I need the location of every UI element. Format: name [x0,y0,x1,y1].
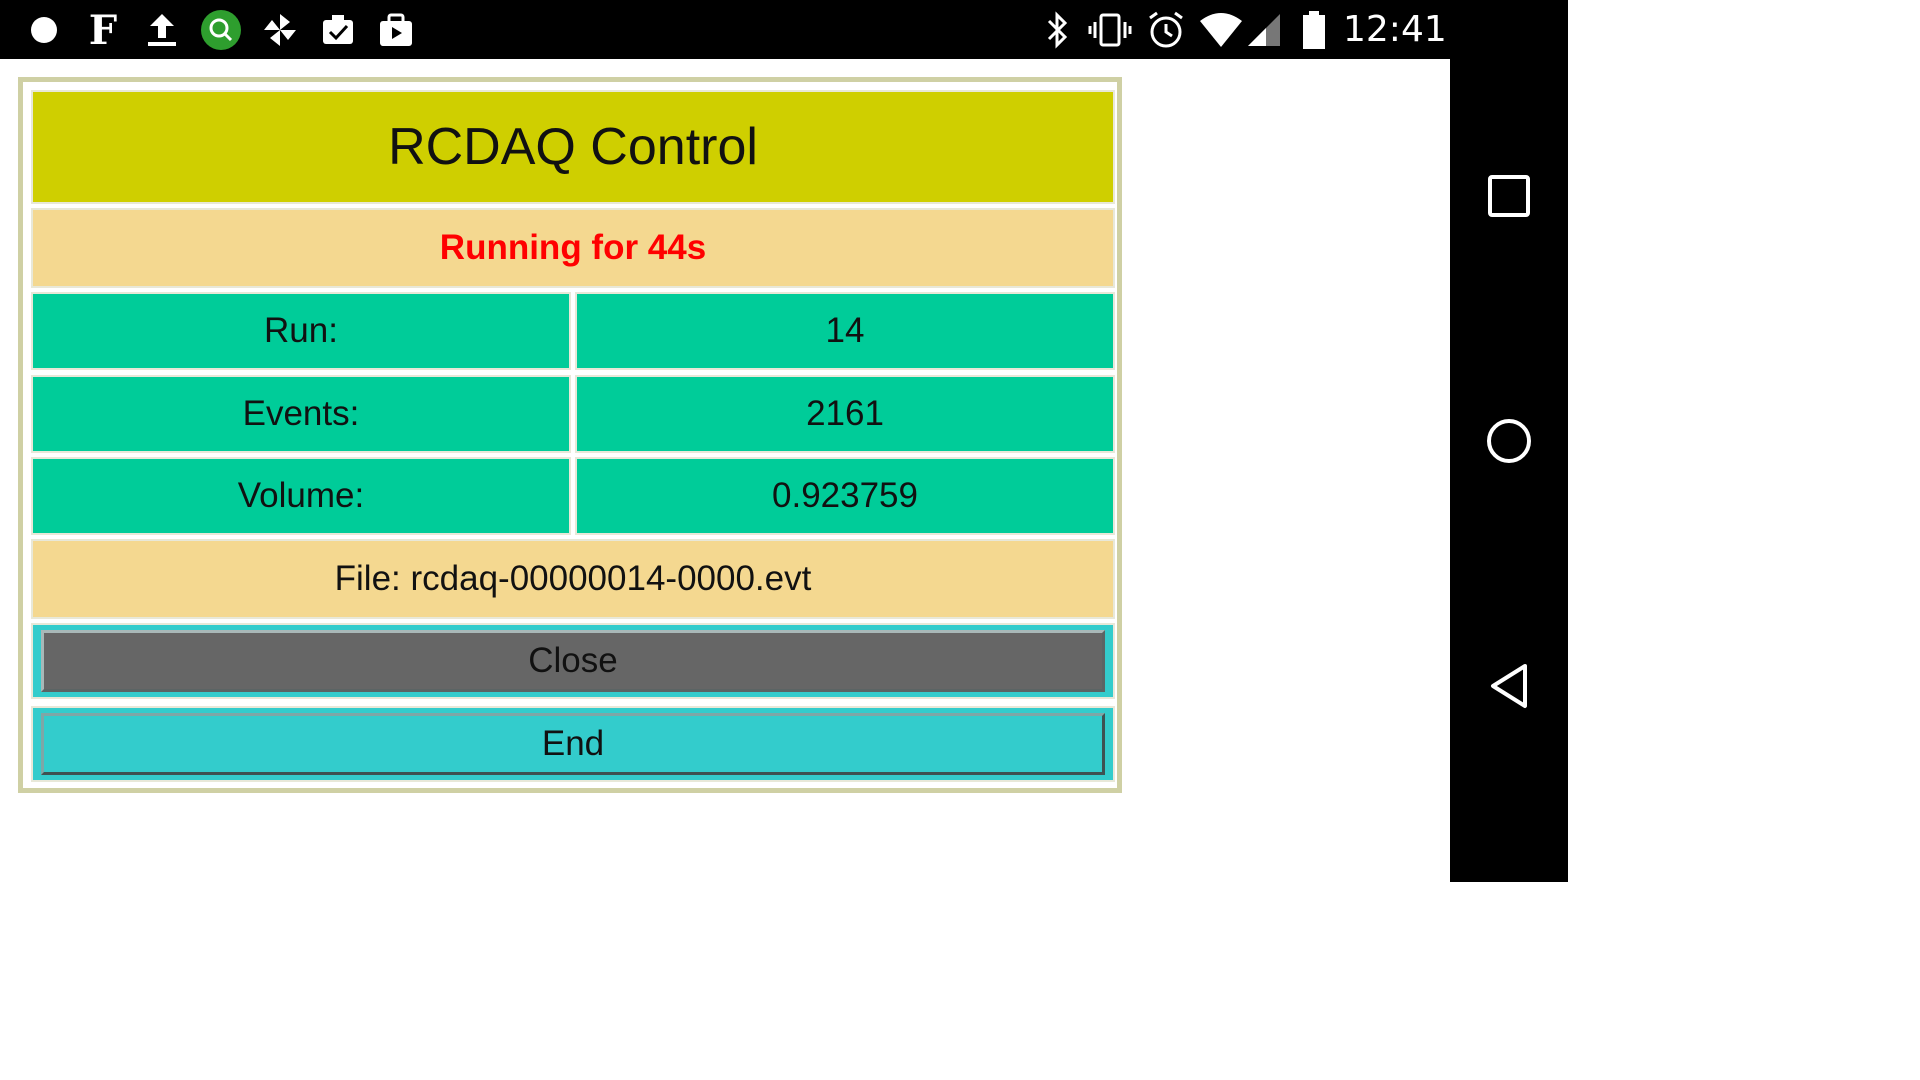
navigation-bar [1450,59,1568,882]
battery-icon [1300,10,1328,50]
run-status: Running for 44s [31,208,1115,288]
file-name: File: rcdaq-00000014-0000.evt [31,539,1115,619]
dot-icon [28,10,60,50]
volume-label: Volume: [31,457,571,535]
signal-icon [1246,10,1282,50]
close-button[interactable]: Close [41,630,1105,692]
volume-value: 0.923759 [575,457,1115,535]
close-button-cell: Close [31,623,1115,699]
alarm-icon [1146,10,1186,50]
end-button-cell: End [31,706,1115,782]
bluetooth-icon [1044,10,1072,50]
run-label: Run: [31,292,571,370]
run-value: 14 [575,292,1115,370]
play-store-icon [378,10,414,50]
home-icon[interactable] [1484,416,1534,466]
events-label: Events: [31,375,571,453]
page-title: RCDAQ Control [31,90,1115,204]
clipboard-check-icon [320,10,356,50]
upload-icon [144,10,180,50]
search-app-icon [200,10,242,50]
end-button[interactable]: End [41,713,1105,775]
pinwheel-icon [262,10,298,50]
vibrate-icon [1088,10,1132,50]
clock: 12:41 [1343,9,1447,50]
status-bar: F 12:41 [0,0,1568,59]
rcdaq-control-panel: RCDAQ Control Running for 44s Run: 14 Ev… [18,77,1122,793]
wifi-icon [1198,10,1244,50]
recents-icon[interactable] [1484,171,1534,221]
back-icon[interactable] [1484,661,1534,711]
events-value: 2161 [575,375,1115,453]
flipboard-icon: F [88,6,118,54]
